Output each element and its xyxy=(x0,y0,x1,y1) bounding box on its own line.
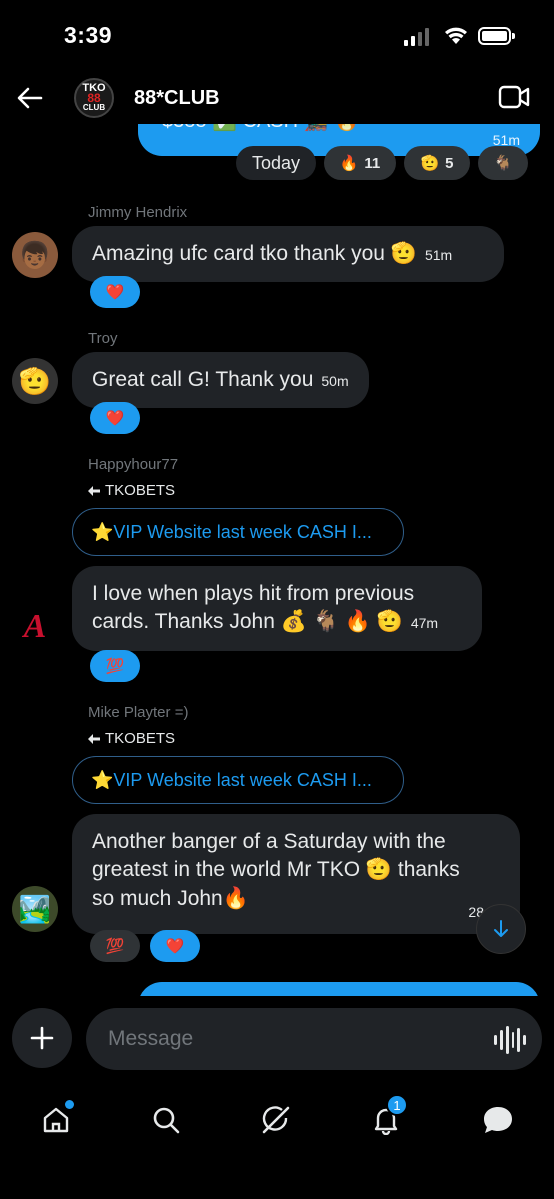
arrow-down-icon xyxy=(494,920,508,937)
scroll-to-bottom-button[interactable] xyxy=(476,904,526,954)
reaction-pill[interactable]: 🔥 11 xyxy=(324,146,396,180)
home-icon xyxy=(43,1107,69,1133)
replied-message-card[interactable]: ⭐VIP Website last week CASH I... xyxy=(72,756,404,804)
tab-grok[interactable] xyxy=(254,1098,298,1142)
tab-messages[interactable] xyxy=(476,1098,520,1142)
grok-icon xyxy=(262,1106,290,1134)
home-unread-dot xyxy=(65,1100,74,1109)
message-bubble[interactable]: I love when plays hit from previous card… xyxy=(72,566,482,651)
reaction-pill[interactable]: 🫡 5 xyxy=(404,146,470,180)
back-arrow-icon xyxy=(17,87,43,109)
search-icon xyxy=(153,1107,180,1134)
message-composer xyxy=(0,1006,554,1072)
message-bubble[interactable]: Another banger of a Saturday with the gr… xyxy=(72,814,520,934)
battery-icon xyxy=(478,27,515,45)
status-time: 3:39 xyxy=(64,22,113,48)
chat-title[interactable]: 88*CLUB xyxy=(134,87,220,110)
sender-name: Troy xyxy=(88,330,118,347)
reaction-pill[interactable]: 🐐 xyxy=(478,146,528,180)
chat-header: TKO 88 CLUB 88*CLUB xyxy=(0,72,554,124)
tab-notifications[interactable]: 1 xyxy=(364,1094,408,1142)
cellular-signal-icon xyxy=(404,28,429,46)
avatar[interactable]: 🫡 xyxy=(12,358,58,404)
message-bubble[interactable]: Great call G! Thank you 50m xyxy=(72,352,369,409)
sender-name: Mike Playter =) xyxy=(88,704,189,721)
voice-message-button[interactable] xyxy=(494,1024,526,1056)
reply-indicator[interactable]: TKOBETS xyxy=(88,730,175,747)
notifications-badge: 1 xyxy=(386,1094,408,1116)
previous-message-reactions: Today 🔥 11 🫡 5 🐐 xyxy=(236,146,528,180)
day-divider: Today xyxy=(236,146,316,180)
message-bubble[interactable]: Amazing ufc card tko thank you 🫡 51m xyxy=(72,226,504,283)
sender-name: Happyhour77 xyxy=(88,456,179,473)
video-call-button[interactable] xyxy=(498,84,530,112)
heart-reaction[interactable]: ❤️ xyxy=(90,402,140,434)
group-avatar[interactable]: TKO 88 CLUB xyxy=(74,78,114,118)
heart-reaction[interactable]: ❤️ xyxy=(150,930,200,962)
add-attachment-button[interactable] xyxy=(12,1008,72,1068)
heart-reaction[interactable]: ❤️ xyxy=(90,276,140,308)
hundred-reaction[interactable]: 💯 xyxy=(90,650,140,682)
reply-indicator[interactable]: TKOBETS xyxy=(88,482,175,499)
sender-name: Jimmy Hendrix xyxy=(88,204,188,221)
plus-icon xyxy=(30,1026,54,1050)
bottom-tab-bar: 1 xyxy=(0,1088,554,1148)
avatar[interactable]: 👦🏾 xyxy=(12,232,58,278)
video-camera-icon xyxy=(498,85,530,109)
reply-arrow-icon xyxy=(88,485,100,496)
wifi-icon xyxy=(445,27,467,44)
conversation-area[interactable]: $388 ✅ CASH 🚂 🔥 51m Today 🔥 11 🫡 5 🐐 Jim… xyxy=(0,124,554,996)
status-bar: 3:39 xyxy=(0,0,554,72)
hundred-reaction[interactable]: 💯 xyxy=(90,930,140,962)
back-button[interactable] xyxy=(12,80,48,116)
replied-message-card[interactable]: ⭐VIP Website last week CASH I... xyxy=(72,508,404,556)
avatar[interactable]: A xyxy=(12,604,58,650)
reply-arrow-icon xyxy=(88,733,100,744)
avatar[interactable]: 🏞️ xyxy=(12,886,58,932)
tab-home[interactable] xyxy=(34,1098,78,1142)
next-message-bubble[interactable] xyxy=(138,982,540,996)
chat-bubble-icon xyxy=(484,1107,512,1133)
tab-search[interactable] xyxy=(144,1098,188,1142)
message-input[interactable] xyxy=(86,1008,542,1070)
